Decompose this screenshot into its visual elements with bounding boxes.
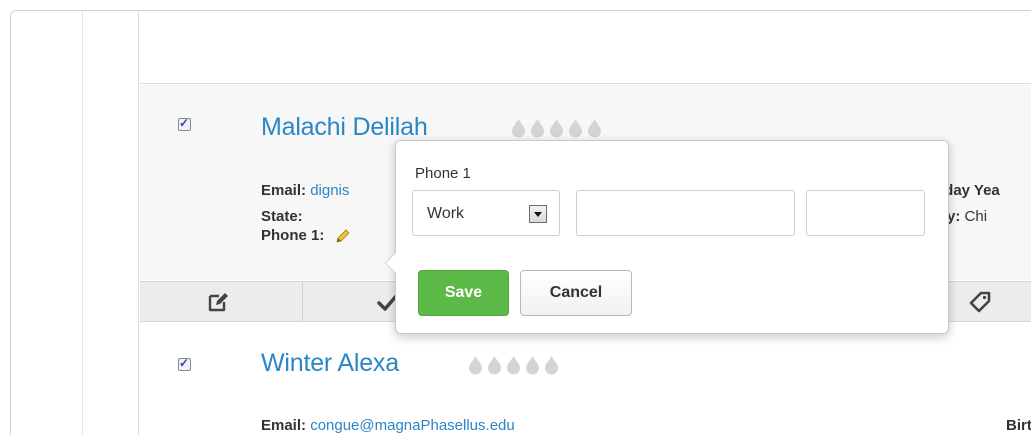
state-label: State: xyxy=(261,208,303,225)
email-row: Email: dignis xyxy=(261,182,349,199)
cancel-button[interactable]: Cancel xyxy=(520,270,632,316)
drop-icon[interactable] xyxy=(543,355,560,375)
rating-drops[interactable] xyxy=(467,355,560,375)
phone-label: Phone 1: xyxy=(261,227,325,244)
phone-type-value: Work xyxy=(427,205,465,222)
drop-icon[interactable] xyxy=(586,118,603,138)
edit-icon[interactable] xyxy=(207,291,229,313)
drop-icon[interactable] xyxy=(548,118,565,138)
birthday-year-label: Birthday Yea xyxy=(1006,417,1031,434)
email-link[interactable]: dignis xyxy=(310,182,349,199)
contact-card: Winter Alexa Email: congue@magnaPhasellu… xyxy=(140,323,1031,435)
pencil-icon[interactable] xyxy=(335,228,351,244)
drop-icon[interactable] xyxy=(467,355,484,375)
save-button[interactable]: Save xyxy=(418,270,509,316)
rating-drops[interactable] xyxy=(510,118,603,138)
drop-icon[interactable] xyxy=(486,355,503,375)
column-divider xyxy=(82,11,83,435)
list-header-row xyxy=(140,11,1031,84)
select-checkbox[interactable] xyxy=(178,356,191,371)
email-label: Email: xyxy=(261,182,307,199)
phone-type-select[interactable]: Work xyxy=(412,190,560,236)
email-link[interactable]: congue@magnaPhasellus.edu xyxy=(310,417,515,434)
drop-icon[interactable] xyxy=(510,118,527,138)
popover-arrow-fill xyxy=(386,253,396,273)
tag-icon[interactable] xyxy=(969,291,991,313)
phone-row: Phone 1: xyxy=(261,227,351,244)
toolbar-cell xyxy=(140,282,303,321)
drop-icon[interactable] xyxy=(524,355,541,375)
left-column xyxy=(11,11,139,435)
country-value: Chi xyxy=(964,208,988,225)
popover-title: Phone 1 xyxy=(415,165,471,182)
phone-extension-input[interactable] xyxy=(806,190,925,236)
drop-icon[interactable] xyxy=(505,355,522,375)
select-checkbox[interactable] xyxy=(178,116,191,131)
email-label: Email: xyxy=(261,417,307,434)
phone-number-input[interactable] xyxy=(576,190,795,236)
drop-icon[interactable] xyxy=(529,118,546,138)
phone-edit-popover: Phone 1 Work Save Cancel xyxy=(385,140,949,334)
contact-name-link[interactable]: Malachi Delilah xyxy=(261,113,428,142)
email-row: Email: congue@magnaPhasellus.edu xyxy=(261,417,515,434)
chevron-down-icon[interactable] xyxy=(529,205,547,223)
state-row: State: xyxy=(261,208,303,225)
contact-name-link[interactable]: Winter Alexa xyxy=(261,349,399,378)
drop-icon[interactable] xyxy=(567,118,584,138)
